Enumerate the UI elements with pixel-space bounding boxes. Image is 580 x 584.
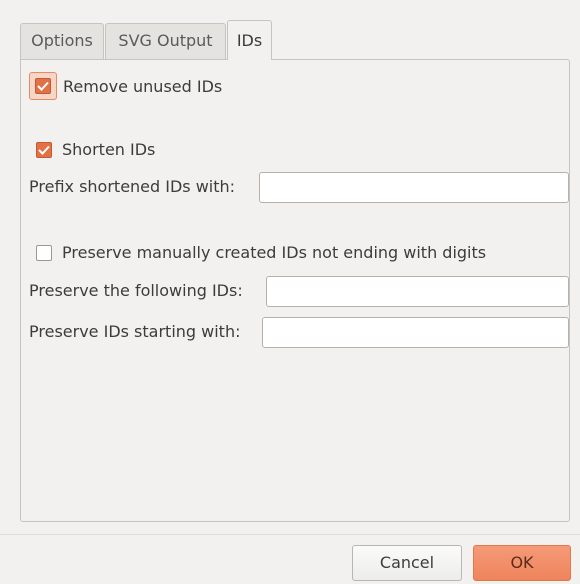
remove-unused-ids-checkbox[interactable] [35, 78, 51, 94]
checkmark-icon [38, 145, 50, 155]
preserve-manual-ids-row[interactable]: Preserve manually created IDs not ending… [36, 243, 486, 262]
preserve-following-label: Preserve the following IDs: [29, 281, 243, 300]
checkmark-icon [37, 81, 49, 91]
preserve-starting-label: Preserve IDs starting with: [29, 322, 241, 341]
remove-unused-ids-label: Remove unused IDs [63, 76, 223, 96]
ok-button[interactable]: OK [473, 545, 571, 581]
prefix-input[interactable] [259, 172, 569, 203]
tab-svg-output[interactable]: SVG Output [105, 23, 226, 59]
preserve-starting-input[interactable] [262, 317, 569, 348]
shorten-ids-label: Shorten IDs [62, 140, 156, 159]
shorten-ids-row[interactable]: Shorten IDs [36, 140, 155, 159]
preserve-following-input[interactable] [266, 276, 569, 307]
tab-options[interactable]: Options [20, 23, 104, 59]
button-separator [0, 534, 580, 535]
tab-ids[interactable]: IDs [227, 20, 272, 60]
preserve-manual-ids-label: Preserve manually created IDs not ending… [62, 243, 487, 262]
preserve-manual-ids-checkbox[interactable] [36, 244, 52, 261]
remove-unused-ids-row[interactable]: Remove unused IDs [29, 72, 223, 100]
shorten-ids-checkbox[interactable] [36, 141, 52, 158]
focus-ring [29, 72, 57, 100]
dialog: Options SVG Output IDs Remove unused IDs… [0, 0, 580, 584]
cancel-button[interactable]: Cancel [352, 545, 462, 581]
prefix-label: Prefix shortened IDs with: [29, 177, 236, 196]
